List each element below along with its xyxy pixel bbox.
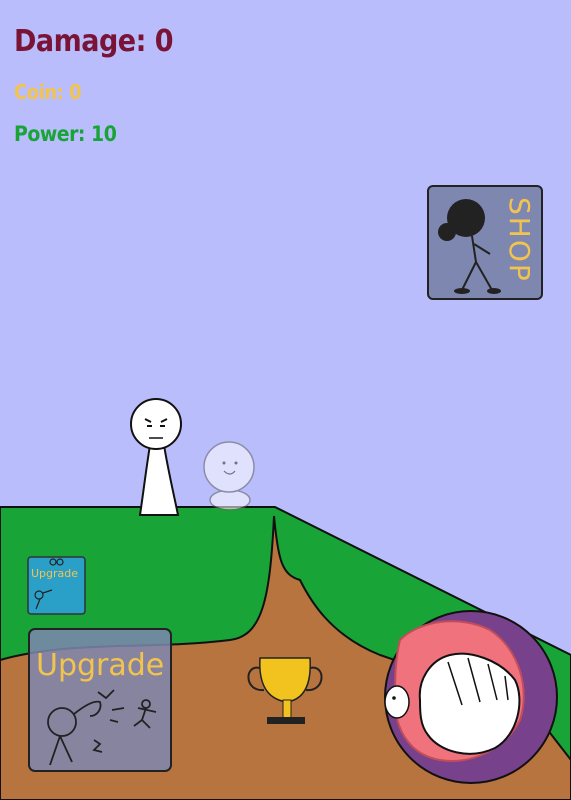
upgrade-small-label: Upgrade	[31, 567, 78, 580]
damage-counter: Damage: 0	[14, 24, 174, 59]
player-stickman	[130, 398, 182, 516]
shop-label: SHOP	[503, 197, 536, 283]
ghost-target[interactable]	[203, 441, 255, 511]
coin-counter: Coin: 0	[14, 80, 82, 104]
punch-button[interactable]	[384, 610, 558, 784]
shop-button[interactable]: SHOP	[427, 185, 543, 300]
game-scene: SHOP Upgrade Upgrade	[0, 185, 571, 800]
upgrade-button[interactable]: Upgrade	[28, 628, 172, 772]
upgrade-small-button[interactable]: Upgrade	[27, 556, 86, 615]
upgrade-label: Upgrade	[36, 648, 164, 683]
power-counter: Power: 10	[14, 122, 117, 146]
